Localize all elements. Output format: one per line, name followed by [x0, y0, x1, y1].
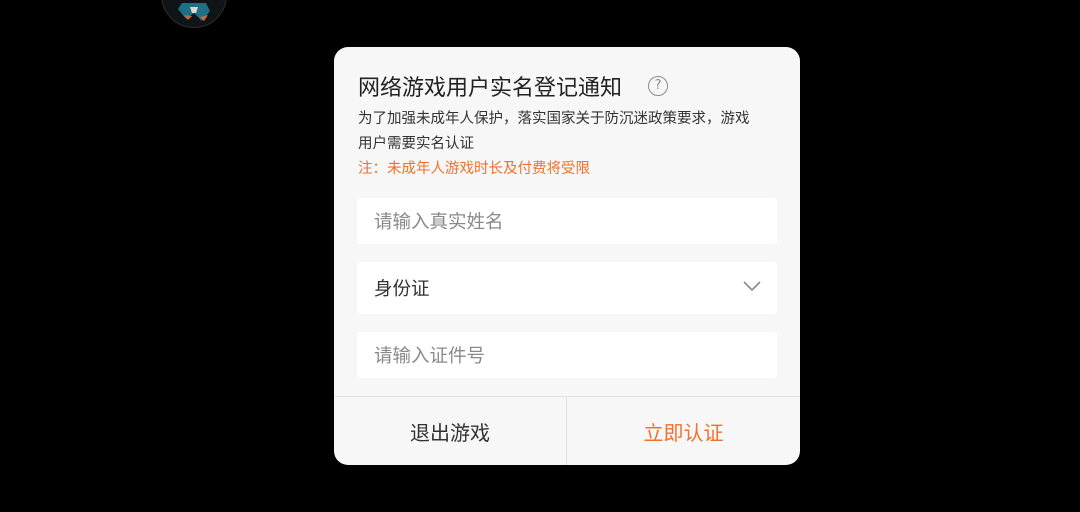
dialog-header: 网络游戏用户实名登记通知 ? 为了加强未成年人保护，落实国家关于防沉迷政策要求，… [358, 69, 778, 181]
dialog-footer: 退出游戏 立即认证 [334, 396, 800, 465]
id-number-input[interactable]: 请输入证件号 [357, 332, 777, 378]
id-type-select[interactable]: 身份证 [357, 262, 777, 314]
id-number-placeholder: 请输入证件号 [374, 346, 486, 367]
realname-dialog: 网络游戏用户实名登记通知 ? 为了加强未成年人保护，落实国家关于防沉迷政策要求，… [334, 47, 800, 465]
exit-game-button[interactable]: 退出游戏 [334, 397, 567, 465]
title-row: 网络游戏用户实名登记通知 ? [358, 69, 778, 103]
dialog-title: 网络游戏用户实名登记通知 [358, 76, 623, 101]
dialog-description: 为了加强未成年人保护，落实国家关于防沉迷政策要求，游戏用户需要实名认证 [358, 111, 750, 152]
chevron-down-icon [743, 281, 761, 292]
game-avatar-icon [161, 0, 227, 28]
minor-restriction-notice: 注：未成年人游戏时长及付费将受限 [358, 161, 590, 177]
question-circle-icon[interactable]: ? [648, 76, 669, 96]
real-name-placeholder: 请输入真实姓名 [374, 212, 504, 233]
verify-now-button[interactable]: 立即认证 [567, 397, 800, 465]
real-name-input[interactable]: 请输入真实姓名 [357, 198, 777, 244]
id-type-value: 身份证 [374, 279, 430, 300]
screen: 网络游戏用户实名登记通知 ? 为了加强未成年人保护，落实国家关于防沉迷政策要求，… [0, 0, 1080, 512]
